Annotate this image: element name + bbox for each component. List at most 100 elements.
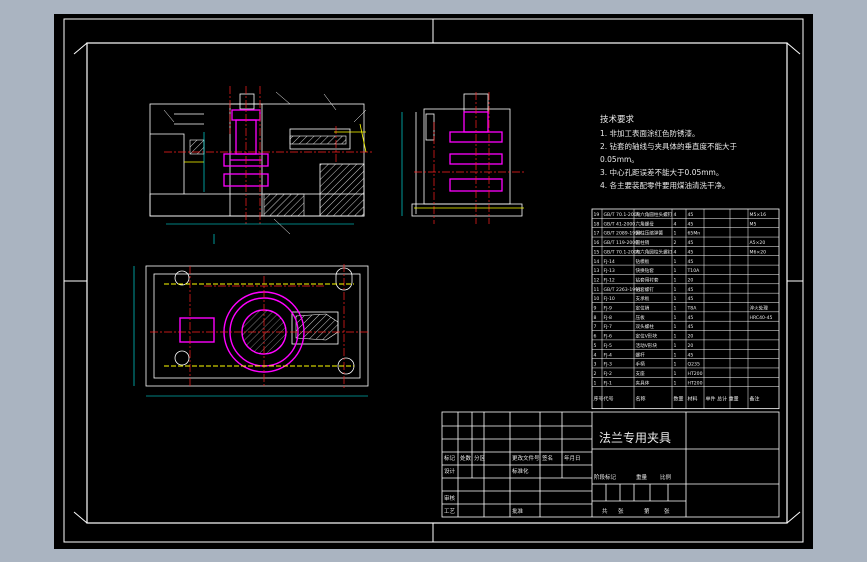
bom-cell: 15 xyxy=(594,249,600,255)
bom-cell: FJ-12 xyxy=(604,277,615,283)
tech-requirements: 技术要求 1. 非加工表面涂红色防锈漆。 2. 钻套的轴线与夹具体的垂直度不能大… xyxy=(600,114,738,190)
bom-cell: 活动V形块 xyxy=(636,342,658,349)
bom-cell: 20 xyxy=(688,277,694,283)
label-change-doc: 更改文件号 xyxy=(512,454,540,462)
bom-table: 19 GB/T 70.1-2000内六角圆柱头螺钉 4 45 M5×1618 GB/T 4… xyxy=(591,208,780,410)
bom-cell: 45 xyxy=(688,240,694,246)
bom-cell: 5 xyxy=(594,343,597,349)
bom-cell: 4 xyxy=(594,352,597,358)
bom-cell: 12 xyxy=(594,277,600,283)
bom-cell: 45 xyxy=(688,221,694,227)
bom-cell: 20 xyxy=(688,334,694,340)
bom-cell: 1 xyxy=(674,287,677,293)
bom-cell: 2 xyxy=(674,240,677,246)
bom-cell: 18 xyxy=(594,221,600,227)
tech-req-line-4: 3. 中心孔距误差不能大于0.05mm。 xyxy=(600,167,723,177)
bom-cell: A5×20 xyxy=(750,240,766,246)
bom-cell: 双头螺柱 xyxy=(636,323,655,330)
bom-cell: 圆柱压缩弹簧 xyxy=(636,230,664,237)
bom-header-cell: 单件 总计 重量 xyxy=(706,396,739,403)
label-review: 审核 xyxy=(444,494,456,502)
label-sheet-of: 第 xyxy=(644,507,650,515)
bom-cell: FJ-14 xyxy=(604,259,615,265)
bom-header-cell: 代号 xyxy=(604,396,614,403)
bom-cell: 压板 xyxy=(636,314,646,321)
bom-cell: 8 xyxy=(594,315,597,321)
bom-cell: FJ-13 xyxy=(604,268,615,274)
bom-cell: 45 xyxy=(688,324,694,330)
side-view xyxy=(401,92,524,224)
bom-cell: 定位V形块 xyxy=(636,333,658,340)
bom-cell: 45 xyxy=(688,352,694,358)
label-count: 处数 xyxy=(460,454,472,462)
bom-cell: HRC40-45 xyxy=(750,315,773,321)
bom-cell: 六角螺母 xyxy=(636,220,655,227)
tech-req-line-3: 0.05mm。 xyxy=(600,155,639,164)
bom-cell: 6 xyxy=(594,334,597,340)
bom-header-cell: 数量 xyxy=(674,396,684,403)
bom-cell: 1 xyxy=(674,231,677,237)
label-date: 年月日 xyxy=(564,454,581,462)
label-approve: 批准 xyxy=(512,507,524,515)
bom-cell: 45 xyxy=(688,212,694,218)
bom-cell: GB/T 70.1-2000 xyxy=(604,212,640,218)
bom-cell: FJ-1 xyxy=(604,380,612,386)
bom-cell: 11 xyxy=(594,287,600,293)
tech-req-line-2: 2. 钻套的轴线与夹具体的垂直度不能大于 xyxy=(600,141,738,151)
bom-cell: 1 xyxy=(674,259,677,265)
bom-cell: 2 xyxy=(594,371,597,377)
bom-cell: 1 xyxy=(674,380,677,386)
label-stage-mark: 阶段标记 xyxy=(594,473,617,481)
bom-cell: 45 xyxy=(688,296,694,302)
bom-cell: GB/T 70.1-2000 xyxy=(604,249,640,255)
bom-cell: FJ-2 xyxy=(604,371,612,377)
bom-cell: 16 xyxy=(594,240,600,246)
drawing-sheet: 技术要求 1. 非加工表面涂红色防锈漆。 2. 钻套的轴线与夹具体的垂直度不能大… xyxy=(54,14,813,549)
label-scale: 比例 xyxy=(660,473,672,481)
bom-cell: 4 xyxy=(674,221,677,227)
bom-cell: 钻套螺钉 xyxy=(636,286,655,293)
bom-cell: Q235 xyxy=(688,362,700,368)
bom-cell: 1 xyxy=(594,380,597,386)
bom-cell: 13 xyxy=(594,268,600,274)
bom-cell: 19 xyxy=(594,212,600,218)
bom-cell: FJ-3 xyxy=(604,362,612,368)
bom-cell: 1 xyxy=(674,296,677,302)
label-sheet-no: 张 xyxy=(618,507,624,515)
bom-cell: 7 xyxy=(594,324,597,330)
bom-cell: HT200 xyxy=(688,371,703,377)
bom-cell: FJ-6 xyxy=(604,334,612,340)
bom-cell: 夹具体 xyxy=(636,379,650,386)
bom-cell: 20 xyxy=(688,343,694,349)
cad-drawing: 技术要求 1. 非加工表面涂红色防锈漆。 2. 钻套的轴线与夹具体的垂直度不能大… xyxy=(63,18,804,543)
bom-cell: M5×16 xyxy=(750,212,767,218)
bom-cell: 内六角圆柱头螺钉 xyxy=(636,211,673,218)
bom-cell: 钻模板 xyxy=(636,258,650,265)
label-sheet-unit: 张 xyxy=(664,507,670,515)
bom-cell: 支承板 xyxy=(636,295,650,302)
bom-cell: 支座 xyxy=(636,370,646,377)
bom-cell: 螺杆 xyxy=(636,351,646,358)
bom-header-cell: 材料 xyxy=(688,396,698,403)
bom-cell: 1 xyxy=(674,352,677,358)
bom-cell: FJ-10 xyxy=(604,296,615,302)
label-zone: 分区 xyxy=(474,454,486,462)
tech-req-line-1: 1. 非加工表面涂红色防锈漆。 xyxy=(600,128,700,138)
top-view xyxy=(133,264,370,397)
tech-req-heading: 技术要求 xyxy=(600,114,635,125)
bom-cell: 1 xyxy=(674,315,677,321)
bom-cell: T8A xyxy=(687,306,698,312)
label-weight: 重量 xyxy=(636,473,648,481)
bom-cell: 圆柱销 xyxy=(636,239,650,246)
bom-cell: 1 xyxy=(674,371,677,377)
bom-cell: FJ-5 xyxy=(604,343,612,349)
bom-cell: GB/T 41-2000 xyxy=(604,221,636,227)
bom-cell: HT200 xyxy=(688,380,703,386)
bom-cell: 1 xyxy=(674,268,677,274)
bom-cell: 快换钻套 xyxy=(636,267,655,274)
front-view xyxy=(149,86,374,244)
bom-cell: 9 xyxy=(594,306,597,312)
bom-cell: 1 xyxy=(674,277,677,283)
bom-cell: 65Mn xyxy=(688,231,701,237)
bom-cell: 4 xyxy=(674,212,677,218)
